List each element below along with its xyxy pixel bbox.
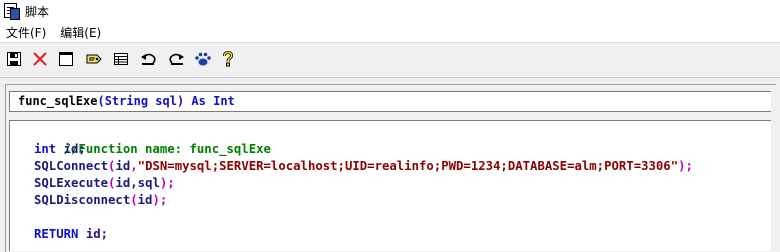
tag-icon <box>86 54 102 64</box>
save-button[interactable] <box>4 49 24 69</box>
delete-button[interactable] <box>30 49 50 69</box>
undo-button[interactable] <box>139 49 159 69</box>
table-icon <box>114 53 128 65</box>
help-button[interactable] <box>218 49 238 69</box>
redo-icon <box>169 53 184 65</box>
new-window-button[interactable] <box>56 49 76 69</box>
help-icon <box>223 51 234 67</box>
code-comment: //Function name: func_sqlExe <box>63 142 271 156</box>
function-name: func_sqlExe <box>18 94 98 108</box>
paw-button[interactable] <box>193 49 213 69</box>
as-keyword: As <box>191 94 206 108</box>
new-window-icon <box>59 52 73 66</box>
connect-function: SQLConnect <box>34 159 109 173</box>
menu-bar: 文件(F) 编辑(E) <box>0 22 780 42</box>
code-editor[interactable]: //Function name: func_sqlExe int id; SQL… <box>9 120 771 251</box>
code-line-declaration: int id; <box>34 141 86 158</box>
menu-edit[interactable]: 编辑(E) <box>53 24 108 41</box>
int-keyword: int <box>34 142 57 156</box>
code-line-comment: //Function name: func_sqlExe <box>34 124 271 156</box>
function-params: (String sql) <box>97 94 185 108</box>
code-line-execute: SQLExecute(id,sql); <box>34 176 175 190</box>
disconnect-function: SQLDisconnect <box>34 193 131 207</box>
return-type: Int <box>213 94 235 108</box>
code-line-connect: SQLConnect(id,"DSN=mysql;SERVER=localhos… <box>34 159 693 173</box>
connection-string: "DSN=mysql;SERVER=localhost;UID=realinfo… <box>137 159 679 173</box>
return-rest: id; <box>78 227 109 241</box>
table-button[interactable] <box>111 49 131 69</box>
title-bar: 脚本 <box>0 0 780 22</box>
code-line-disconnect: SQLDisconnect(id); <box>34 193 168 207</box>
window-title: 脚本 <box>25 4 50 19</box>
menu-file[interactable]: 文件(F) <box>0 24 53 41</box>
tag-button[interactable] <box>84 49 104 69</box>
undo-icon <box>141 53 156 65</box>
declaration-rest: id; <box>56 142 86 156</box>
toolbar <box>0 42 780 78</box>
execute-function: SQLExecute <box>34 176 109 190</box>
script-app-icon <box>4 3 20 20</box>
redo-button[interactable] <box>166 49 186 69</box>
delete-icon <box>33 52 47 66</box>
save-icon <box>7 52 21 66</box>
code-line-return: RETURN id; <box>34 226 108 243</box>
return-keyword: RETURN <box>34 227 79 241</box>
function-signature-field[interactable]: func_sqlExe(String sql) As Int <box>9 91 771 112</box>
paw-icon <box>195 52 211 66</box>
